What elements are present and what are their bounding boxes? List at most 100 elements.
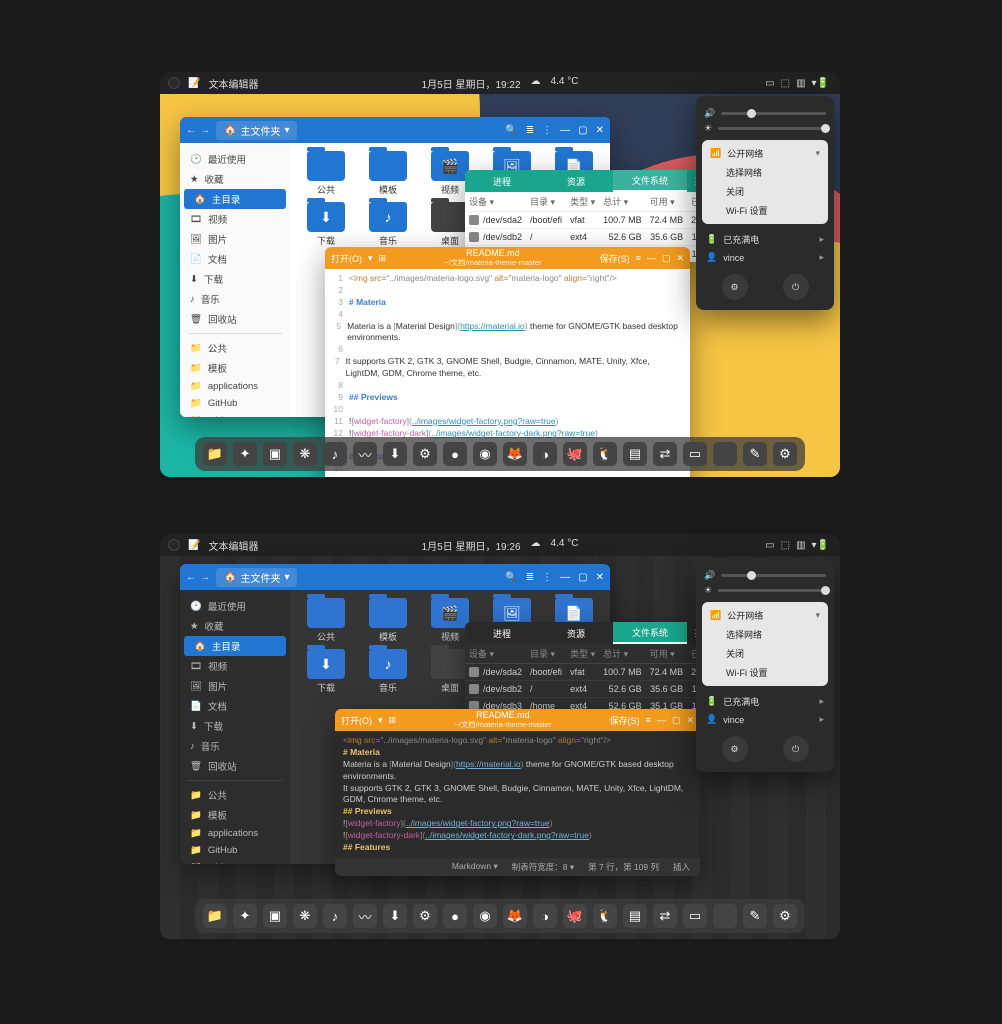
menu-icon[interactable]: ≡ [646, 715, 651, 725]
wifi-header[interactable]: 📶公开网络▾ [702, 606, 828, 625]
sidebar-item[interactable]: 🗑回收站 [180, 756, 290, 776]
min-icon[interactable]: — [560, 125, 570, 136]
user-row[interactable]: 👤vince▸ [704, 249, 826, 266]
min-icon[interactable]: — [657, 715, 666, 726]
col-header[interactable]: 目录 ▾ [526, 644, 566, 664]
dock-app[interactable]: ✎ [743, 904, 767, 928]
sidebar-item[interactable]: 📁GitHub [180, 842, 290, 859]
table-row[interactable]: /dev/sdb2/ext452.6 GB35.6 GB14.3 GB [465, 229, 705, 246]
dock-app[interactable]: ❋ [293, 442, 317, 466]
folder-item[interactable]: ♪音乐 [358, 202, 418, 247]
save-button[interactable]: 保存(S) [610, 714, 640, 727]
dock-app[interactable]: ⇄ [653, 904, 677, 928]
folder-item[interactable]: ♪音乐 [358, 649, 418, 694]
search-icon[interactable]: 🔍 [505, 572, 517, 583]
menu-icon[interactable]: ⋮ [542, 572, 552, 583]
wifi-menu-item[interactable]: Wi-Fi 设置 [702, 663, 828, 682]
table-row[interactable]: /dev/sda2/boot/efivfat100.7 MB72.4 MB28.… [465, 212, 705, 229]
min-icon[interactable]: — [647, 253, 656, 264]
dock-app[interactable]: ◑ [533, 904, 557, 928]
col-header[interactable]: 总计 ▾ [599, 644, 646, 664]
dock-app[interactable]: ⚙ [773, 904, 797, 928]
col-header[interactable]: 类型 ▾ [566, 644, 599, 664]
breadcrumb[interactable]: 🏠主文件夹▾ [216, 568, 297, 587]
sidebar-item[interactable]: 🕑最近使用 [180, 596, 290, 616]
sidebar-item[interactable]: 🖼图片 [180, 229, 290, 249]
sidebar-item[interactable]: 📁公共 [180, 785, 290, 805]
min-icon[interactable]: — [560, 572, 570, 583]
dock-app[interactable]: ● [443, 904, 467, 928]
dock-app[interactable]: ▣ [263, 442, 287, 466]
search-icon[interactable]: 🔍 [505, 125, 517, 136]
max-icon[interactable]: ▢ [672, 715, 681, 726]
volume-slider[interactable]: 🔊 [704, 570, 826, 581]
sidebar-item[interactable]: 🏠主目录 [184, 636, 286, 656]
max-icon[interactable]: ▢ [578, 572, 587, 583]
col-header[interactable]: 总计 ▾ [599, 192, 646, 212]
dock-app[interactable]: 〰 [353, 442, 377, 466]
nav-fwd-icon[interactable]: → [200, 125, 210, 136]
wifi-menu-item[interactable]: 选择网络 [702, 163, 828, 182]
dock-app[interactable]: ⬇ [383, 904, 407, 928]
dock-app[interactable]: ⚙ [413, 442, 437, 466]
dock-app[interactable]: 🐧 [593, 442, 617, 466]
dock-app[interactable]: ▭ [683, 904, 707, 928]
nav-back-icon[interactable]: ← [186, 572, 196, 583]
user-row[interactable]: 👤vince▸ [704, 711, 826, 728]
battery-row[interactable]: 🔋已充满电▸ [704, 692, 826, 711]
tab[interactable]: 文件系统 [613, 170, 687, 192]
brightness-slider[interactable]: ☀ [704, 123, 826, 134]
dock-app[interactable]: ▤ [623, 442, 647, 466]
sidebar-item[interactable]: 📁sddm [180, 412, 290, 417]
dock-app[interactable]: ◑ [533, 442, 557, 466]
wifi-menu-item[interactable]: 关闭 [702, 644, 828, 663]
dock-app[interactable]: ▤ [623, 904, 647, 928]
folder-item[interactable]: 公共 [296, 598, 356, 643]
dock-app[interactable]: ◉ [473, 442, 497, 466]
new-tab-icon[interactable]: ⊞ [379, 253, 387, 264]
sidebar-item[interactable]: ★收藏 [180, 169, 290, 189]
open-button[interactable]: 打开(O) [331, 252, 362, 265]
col-header[interactable]: 目录 ▾ [526, 192, 566, 212]
folder-item[interactable]: 公共 [296, 151, 356, 196]
sidebar-item[interactable]: 📁模板 [180, 358, 290, 378]
tab[interactable]: 资源 [539, 622, 613, 644]
col-header[interactable]: 类型 ▾ [566, 192, 599, 212]
status-item[interactable]: Markdown ▾ [452, 861, 498, 872]
max-icon[interactable]: ▢ [662, 253, 671, 264]
dock-app[interactable]: ⚙ [413, 904, 437, 928]
close-icon[interactable]: ✕ [596, 125, 604, 136]
tray-icons[interactable]: ▭⬚▥▾🔋 [762, 540, 832, 551]
save-button[interactable]: 保存(S) [600, 252, 630, 265]
dock-app[interactable]: 🐙 [563, 442, 587, 466]
dock-app[interactable]: ⇄ [653, 442, 677, 466]
dock-app[interactable]: 📁 [203, 442, 227, 466]
sidebar-item[interactable]: 🕑最近使用 [180, 149, 290, 169]
settings-button[interactable]: ⚙ [722, 274, 748, 300]
sidebar-item[interactable]: 🎞视频 [180, 209, 290, 229]
wifi-menu-item[interactable]: 选择网络 [702, 625, 828, 644]
dock-app[interactable]: ✦ [233, 442, 257, 466]
sidebar-item[interactable]: ♪音乐 [180, 289, 290, 309]
settings-button[interactable]: ⚙ [722, 736, 748, 762]
sidebar-item[interactable]: 🎞视频 [180, 656, 290, 676]
col-header[interactable]: 设备 ▾ [465, 192, 526, 212]
sidebar-item[interactable]: 📁公共 [180, 338, 290, 358]
dock-app[interactable]: 📁 [203, 904, 227, 928]
power-button[interactable]: ⏻ [783, 274, 809, 300]
close-icon[interactable]: ✕ [686, 715, 694, 726]
tab[interactable]: 资源 [539, 170, 613, 192]
sidebar-item[interactable]: 📁applications [180, 378, 290, 395]
status-item[interactable]: 制表符宽度：8 ▾ [512, 861, 574, 873]
view-icon[interactable]: ≣ [526, 572, 534, 583]
open-button[interactable]: 打开(O) [341, 714, 372, 727]
volume-slider[interactable]: 🔊 [704, 108, 826, 119]
col-header[interactable]: 设备 ▾ [465, 644, 526, 664]
max-icon[interactable]: ▢ [578, 125, 587, 136]
dock-app[interactable]: ● [443, 442, 467, 466]
dock-app[interactable]: ⚙ [773, 442, 797, 466]
brightness-slider[interactable]: ☀ [704, 585, 826, 596]
battery-row[interactable]: 🔋已充满电▸ [704, 230, 826, 249]
sidebar-item[interactable]: ★收藏 [180, 616, 290, 636]
power-button[interactable]: ⏻ [783, 736, 809, 762]
